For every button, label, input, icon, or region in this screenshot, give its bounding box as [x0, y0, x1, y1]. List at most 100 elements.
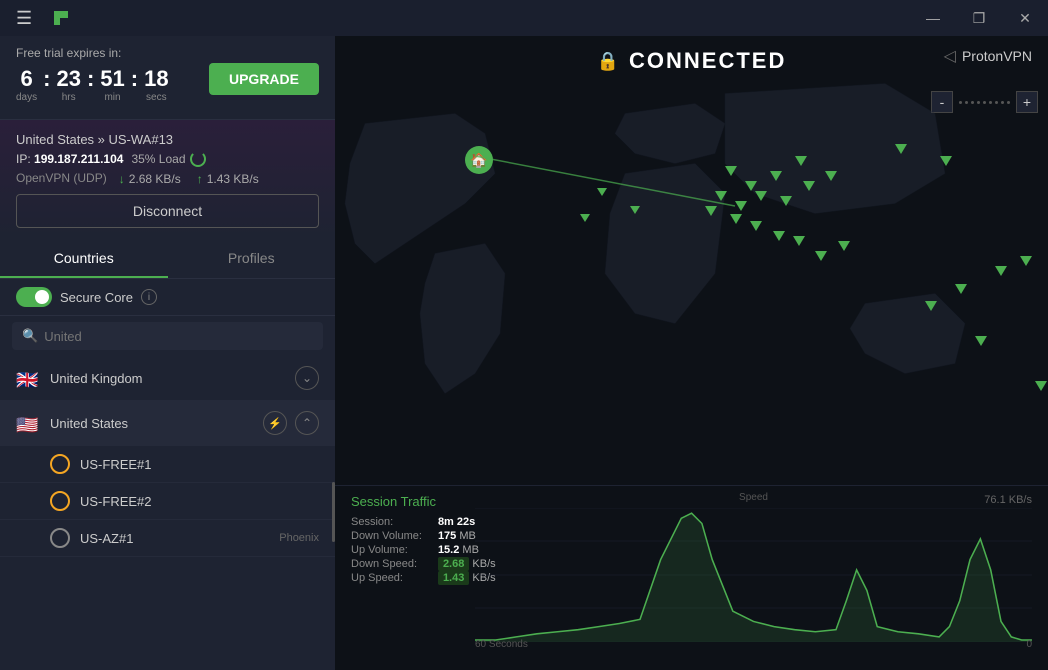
vpn-node-11 [705, 206, 717, 216]
session-label: Session: [351, 516, 422, 528]
minimize-button[interactable]: — [910, 0, 956, 36]
uk-country-name: United Kingdom [50, 371, 295, 386]
vpn-node-17 [838, 241, 850, 251]
tab-countries[interactable]: Countries [0, 240, 168, 278]
uk-expand-button[interactable]: ⌄ [295, 366, 319, 390]
timer-sep-2: : [87, 66, 94, 92]
up-vol-label: Up Volume: [351, 544, 422, 556]
vpn-node-na-3 [580, 214, 590, 222]
disconnect-button[interactable]: Disconnect [16, 194, 319, 228]
vpn-node-19 [1020, 256, 1032, 266]
chart-top-value: 76.1 KB/s [984, 494, 1032, 506]
connection-info: United States » US-WA#13 IP: 199.187.211… [0, 120, 335, 238]
timer-secs-label: secs [144, 92, 168, 103]
chart-bottom-labels: 60 Seconds 0 [475, 639, 1032, 650]
timer-secs-unit: 18 secs [144, 66, 168, 103]
secure-core-label: Secure Core [60, 290, 133, 305]
up-speed-value: 1.43 KB/s [207, 172, 259, 186]
vpn-node-9 [803, 181, 815, 191]
down-speed: ↓ 2.68 KB/s [119, 172, 181, 186]
close-button[interactable]: ✕ [1002, 0, 1048, 36]
vpn-node-2 [745, 181, 757, 191]
connection-status-bar: 🔒 CONNECTED [335, 36, 1048, 86]
server-status-icon-2 [50, 491, 70, 511]
vpn-node-25 [1035, 381, 1047, 391]
home-vpn-node: 🏠 [465, 146, 493, 174]
vpn-node-5 [715, 191, 727, 201]
country-list: 🇬🇧 United Kingdom ⌄ 🇺🇸 United States ⚡ ⌃… [0, 356, 335, 670]
ip-prefix: IP: [16, 152, 31, 166]
timer-min-label: min [100, 92, 124, 103]
server-status-icon-3 [50, 528, 70, 548]
upgrade-button[interactable]: UPGRADE [209, 63, 319, 95]
protocol-text: OpenVPN (UDP) [16, 171, 107, 185]
timer-min: 51 [100, 66, 124, 92]
uk-actions: ⌄ [295, 366, 319, 390]
vpn-node-15 [793, 236, 805, 246]
left-panel: Free trial expires in: 6 days : 23 hrs :… [0, 36, 335, 670]
timer-hrs-unit: 23 hrs [56, 66, 80, 103]
chart-stats: Session: 8m 22s Down Volume: 175 MB Up V… [351, 516, 496, 584]
vpn-node-12 [730, 214, 742, 224]
vpn-node-10 [825, 171, 837, 181]
search-input[interactable] [44, 329, 313, 344]
timer-hrs: 23 [56, 66, 80, 92]
chart-speed-label: Speed [739, 492, 768, 503]
us-country-name: United States [50, 416, 263, 431]
up-speed: ↑ 1.43 KB/s [197, 172, 259, 186]
tabs: Countries Profiles [0, 240, 335, 279]
chart-container: Speed 76.1 KB/s 60 Seconds 0 [475, 494, 1032, 650]
lock-icon: 🔒 [597, 51, 619, 72]
vpn-node-1 [725, 166, 737, 176]
traffic-chart-svg [475, 508, 1032, 642]
server-status-icon-1 [50, 454, 70, 474]
down-speed-label: Down Speed: [351, 558, 422, 570]
chart-area: Session Traffic Session: 8m 22s Down Vol… [335, 485, 1048, 670]
maximize-button[interactable]: ❐ [956, 0, 1002, 36]
server-name-3: US-AZ#1 [80, 531, 279, 546]
server-item-us-az1[interactable]: US-AZ#1 Phoenix [0, 520, 335, 557]
vpn-node-20 [955, 284, 967, 294]
server-extra-3: Phoenix [279, 532, 319, 544]
tab-profiles[interactable]: Profiles [168, 240, 336, 278]
us-servers-icon[interactable]: ⚡ [263, 411, 287, 435]
timer-days: 6 [16, 66, 37, 92]
vpn-node-na-2 [630, 206, 640, 214]
vpn-node-18 [995, 266, 1007, 276]
server-item-us-free2[interactable]: US-FREE#2 [0, 483, 335, 520]
secure-core-row: Secure Core i [0, 279, 335, 316]
vpn-node-23 [895, 144, 907, 154]
titlebar: ☰ — ❐ ✕ [0, 0, 1048, 36]
country-item-us[interactable]: 🇺🇸 United States ⚡ ⌃ [0, 401, 335, 446]
vpn-node-13 [750, 221, 762, 231]
world-map-svg [335, 36, 1048, 485]
trial-info: Free trial expires in: 6 days : 23 hrs :… [16, 46, 169, 111]
download-arrow-icon: ↓ [119, 172, 125, 186]
toggle-knob [35, 290, 49, 304]
secure-core-info-icon[interactable]: i [141, 289, 157, 305]
trial-row: Free trial expires in: 6 days : 23 hrs :… [16, 46, 319, 111]
timer-sep-3: : [131, 66, 138, 92]
trial-label: Free trial expires in: [16, 46, 169, 60]
trial-timer: 6 days : 23 hrs : 51 min : 18 [16, 66, 169, 103]
chart-zero-label: 0 [1026, 639, 1032, 650]
secure-core-toggle[interactable] [16, 287, 52, 307]
load-bar: 35% Load [131, 151, 205, 167]
down-vol-label: Down Volume: [351, 530, 422, 542]
vpn-node-16 [815, 251, 827, 261]
upload-arrow-icon: ↑ [197, 172, 203, 186]
server-name-1: US-FREE#1 [80, 457, 319, 472]
vpn-node-24 [940, 156, 952, 166]
vpn-node-6 [735, 201, 747, 211]
server-item-us-free1[interactable]: US-FREE#1 [0, 446, 335, 483]
search-icon: 🔍 [22, 328, 38, 344]
menu-icon[interactable]: ☰ [8, 0, 40, 37]
vpn-node-8 [780, 196, 792, 206]
ip-address: 199.187.211.104 [34, 152, 123, 166]
country-item-uk[interactable]: 🇬🇧 United Kingdom ⌄ [0, 356, 335, 401]
us-actions: ⚡ ⌃ [263, 411, 319, 435]
vpn-node-22 [975, 336, 987, 346]
timer-days-label: days [16, 92, 37, 103]
us-expand-button[interactable]: ⌃ [295, 411, 319, 435]
ip-label: IP: 199.187.211.104 [16, 152, 123, 166]
